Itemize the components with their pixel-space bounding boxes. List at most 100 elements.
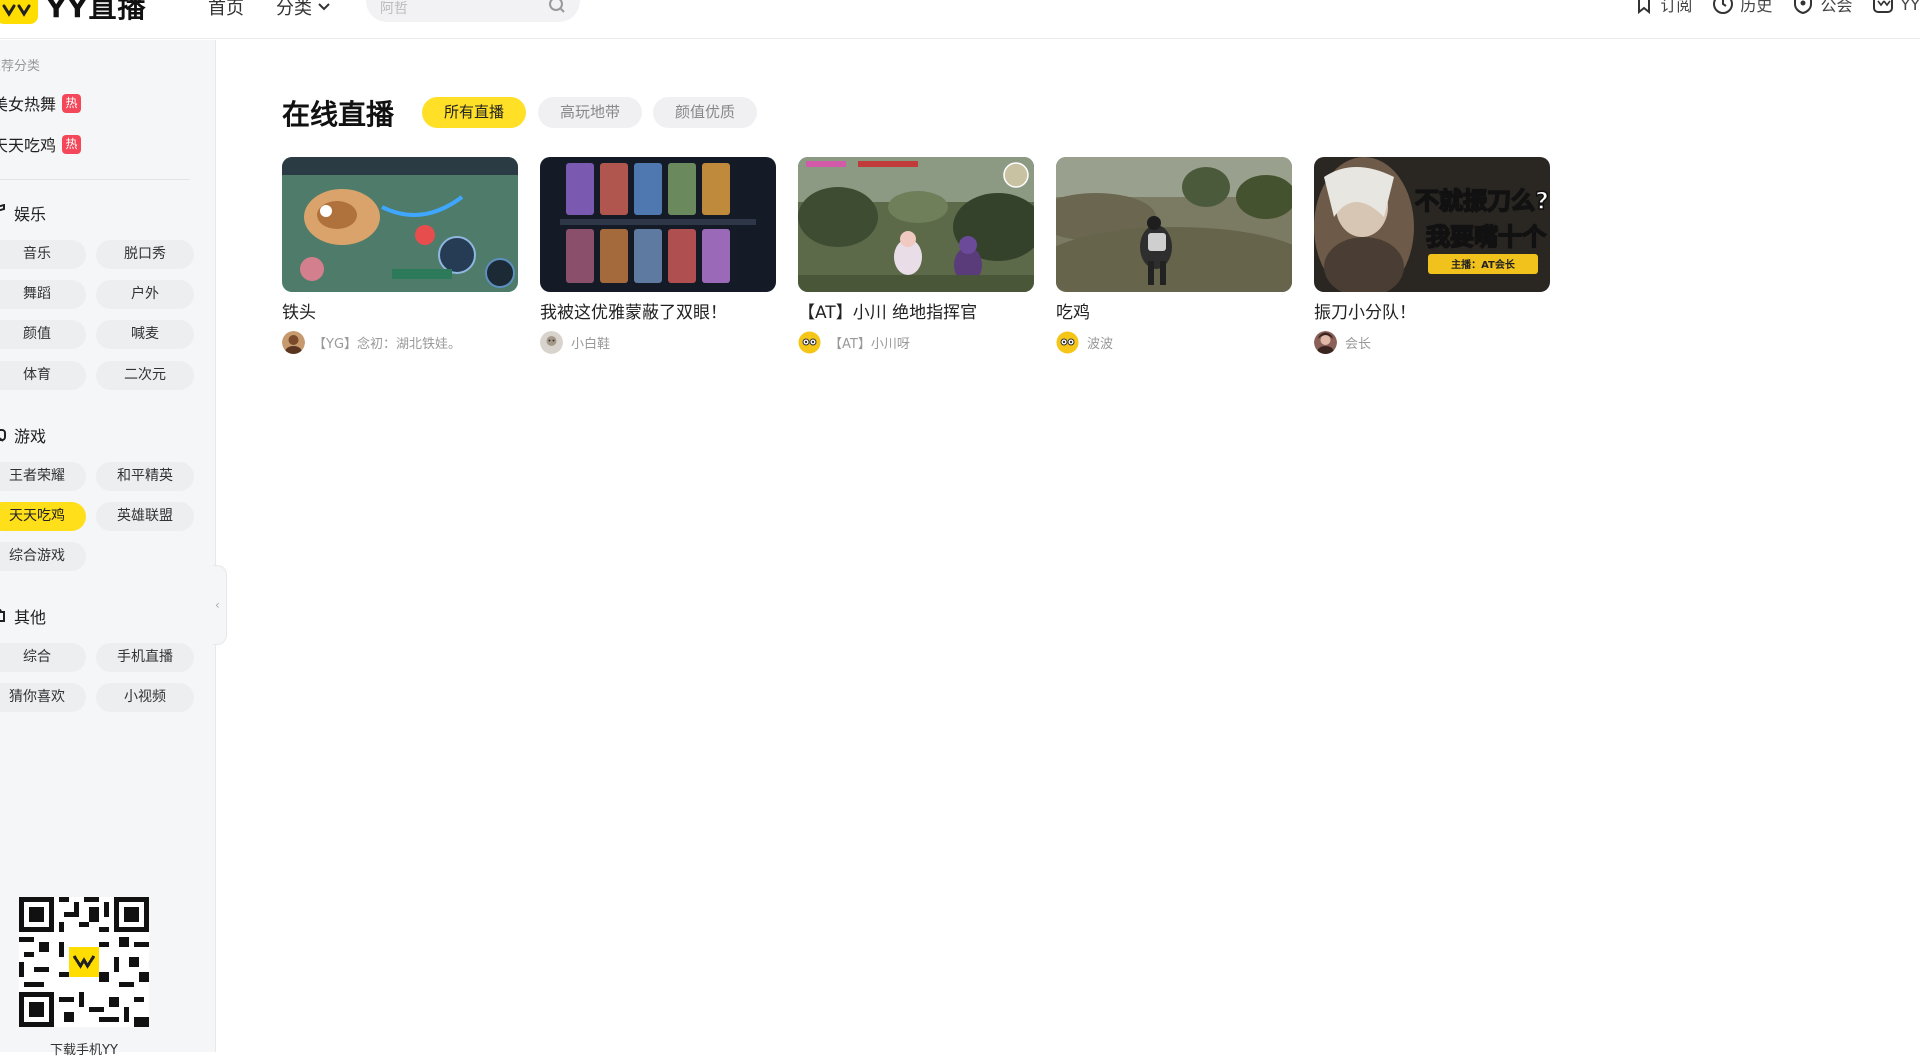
section-title: 其他	[14, 608, 47, 627]
tab-pro-players[interactable]: 高玩地带	[538, 97, 642, 128]
bookmark-icon	[1638, 0, 1651, 14]
live-card-streamer: 小白鞋	[540, 331, 776, 354]
page-title: 在线直播	[282, 98, 395, 131]
gamepad-icon	[0, 429, 6, 442]
sidebar-divider	[0, 179, 190, 180]
search-input[interactable]: 阿哲	[380, 0, 408, 18]
category-pill[interactable]: 舞蹈	[0, 280, 86, 309]
guild-shield-icon	[1794, 0, 1813, 15]
live-card-title[interactable]: 铁头	[282, 298, 518, 323]
live-thumbnail[interactable]	[1056, 157, 1292, 292]
live-thumbnail[interactable]	[540, 157, 776, 292]
yy-app-icon	[1873, 0, 1894, 13]
yy-app-link[interactable]: YY	[1872, 0, 1920, 15]
puzzle-icon	[0, 609, 5, 622]
top-header: YY直播 首页 分类 阿哲 订阅 历史 公会 YY	[0, 0, 1920, 39]
live-card-title[interactable]: 【AT】小川 绝地指挥官	[798, 298, 1034, 323]
nav-category-dropdown[interactable]: 分类	[276, 0, 330, 20]
category-pill[interactable]: 英雄联盟	[96, 502, 194, 531]
category-pill[interactable]: 喊麦	[96, 320, 194, 349]
live-card-streamer: 会长	[1314, 331, 1550, 354]
live-card-title[interactable]: 振刀小分队！	[1314, 298, 1550, 323]
recommend-item-dance[interactable]: 美女热舞 热	[0, 91, 82, 115]
category-pill[interactable]: 二次元	[96, 361, 194, 390]
clock-icon	[1713, 0, 1734, 14]
category-pill[interactable]: 综合游戏	[0, 542, 86, 571]
live-card[interactable]: 我被这优雅蒙蔽了双眼！ 小白鞋	[540, 157, 776, 354]
download-qr-code	[19, 897, 149, 1027]
nav-home-link[interactable]: 首页	[208, 0, 244, 20]
chevron-down-icon	[318, 3, 330, 11]
live-thumbnail[interactable]: 不就振刀么? 我要嘴十个 主播：AT会长	[1314, 157, 1550, 292]
category-pill[interactable]: 体育	[0, 361, 86, 390]
streamer-name: 【AT】小川呀	[829, 337, 910, 352]
live-card-streamer: 波波	[1056, 331, 1292, 354]
thumb-caption-2: 我要嘴十个	[1426, 223, 1547, 251]
live-card-title[interactable]: 我被这优雅蒙蔽了双眼！	[540, 298, 776, 323]
qr-download-label: 下载手机YY	[50, 1043, 118, 1058]
recommend-section-title: 推荐分类	[0, 59, 41, 74]
live-card[interactable]: 不就振刀么? 我要嘴十个 主播：AT会长 振刀小分队！ 会长	[1314, 157, 1550, 354]
live-thumbnail[interactable]	[282, 157, 518, 292]
category-pill[interactable]: 小视频	[96, 683, 194, 712]
live-card[interactable]: 吃鸡 波波	[1056, 157, 1292, 354]
sidebar-collapse-handle[interactable]: ‹	[213, 565, 227, 645]
recommend-item-label: 天天吃鸡	[0, 136, 57, 155]
hot-badge: 热	[62, 134, 82, 154]
live-card-streamer: 【YG】念初：湖北铁娃。	[282, 331, 518, 354]
header-user-links: 订阅 历史 公会 YY	[1634, 0, 1920, 16]
streamer-name: 波波	[1087, 337, 1114, 352]
subscribe-label: 订阅	[1660, 0, 1693, 15]
nav-category-label: 分类	[276, 0, 312, 19]
history-label: 历史	[1740, 0, 1773, 15]
guild-link[interactable]: 公会	[1792, 0, 1852, 16]
streamer-avatar	[282, 331, 305, 354]
streamer-name: 【YG】念初：湖北铁娃。	[313, 337, 462, 352]
yy-app-label: YY	[1900, 0, 1920, 14]
thumb-caption-1: 不就振刀么?	[1415, 187, 1549, 215]
hot-badge: 热	[62, 93, 82, 113]
category-pill[interactable]: 王者荣耀	[0, 462, 86, 491]
chevron-left-icon: ‹	[215, 598, 220, 612]
live-card[interactable]: 【AT】小川 绝地指挥官 【AT】小川呀	[798, 157, 1034, 354]
yy-logo[interactable]: YY直播	[0, 0, 147, 26]
category-pill[interactable]: 猜你喜欢	[0, 683, 86, 712]
section-title: 娱乐	[14, 205, 47, 224]
streamer-avatar	[1314, 331, 1337, 354]
guild-label: 公会	[1820, 0, 1853, 15]
section-title: 游戏	[14, 427, 47, 446]
streamer-avatar	[1056, 331, 1079, 354]
logo-text: YY直播	[46, 0, 147, 24]
subscribe-link[interactable]: 订阅	[1634, 0, 1692, 16]
live-thumbnail[interactable]	[798, 157, 1034, 292]
music-note-icon	[0, 204, 5, 212]
history-link[interactable]: 历史	[1712, 0, 1772, 16]
thumb-badge: 主播：AT会长	[1451, 258, 1516, 271]
category-pill[interactable]: 综合	[0, 643, 86, 672]
streamer-name: 会长	[1345, 337, 1372, 352]
category-pill-active[interactable]: 天天吃鸡	[0, 502, 86, 531]
category-pill[interactable]: 音乐	[0, 240, 86, 269]
category-pill[interactable]: 手机直播	[96, 643, 194, 672]
tab-all-live[interactable]: 所有直播	[422, 97, 526, 128]
recommend-item-label: 美女热舞	[0, 95, 57, 114]
category-pill[interactable]: 脱口秀	[96, 240, 194, 269]
section-other: 其他	[0, 604, 46, 628]
live-card[interactable]: 铁头 【YG】念初：湖北铁娃。	[282, 157, 518, 354]
category-pill[interactable]: 颜值	[0, 320, 86, 349]
search-icon[interactable]	[548, 0, 566, 14]
category-pill[interactable]: 户外	[96, 280, 194, 309]
live-card-streamer: 【AT】小川呀	[798, 331, 1034, 354]
tab-top-looks[interactable]: 颜值优质	[653, 97, 757, 128]
streamer-avatar	[798, 331, 821, 354]
live-card-title[interactable]: 吃鸡	[1056, 298, 1292, 323]
section-entertainment: 娱乐	[0, 201, 46, 225]
streamer-name: 小白鞋	[571, 337, 611, 352]
category-pill[interactable]: 和平精英	[96, 462, 194, 491]
section-games: 游戏	[0, 423, 46, 447]
category-sidebar: 推荐分类 美女热舞 热 天天吃鸡 热 娱乐 音乐 脱口秀 舞蹈 户外 颜值 喊麦…	[0, 40, 216, 1058]
streamer-avatar	[540, 331, 563, 354]
yy-logo-icon	[0, 0, 38, 24]
search-box[interactable]: 阿哲	[366, 0, 580, 22]
recommend-item-pubg[interactable]: 天天吃鸡 热	[0, 132, 82, 156]
